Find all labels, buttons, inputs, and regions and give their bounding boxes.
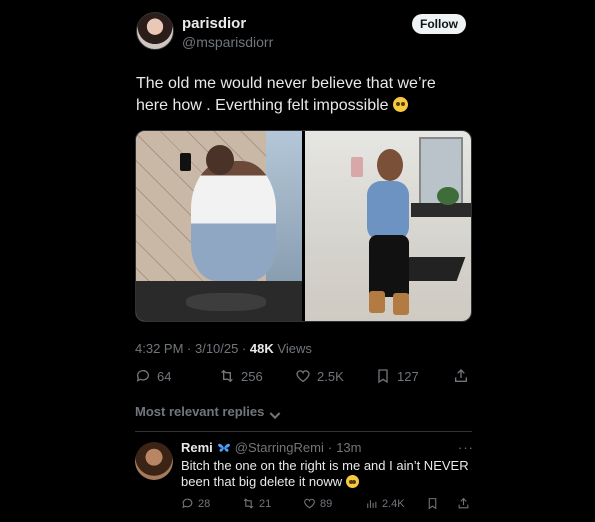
sink [186, 293, 266, 311]
reply-timestamp[interactable]: 13m [336, 440, 361, 455]
share-icon [453, 368, 469, 384]
tweet-text: The old me would never believe that we’r… [136, 73, 466, 117]
meta-separator: · [183, 341, 195, 356]
bookmark-button[interactable]: 127 [375, 368, 419, 384]
shelf [411, 203, 471, 217]
reply-button[interactable]: 64 [135, 368, 171, 384]
plant [437, 187, 459, 205]
share-button[interactable] [453, 368, 469, 384]
meta-separator: · [238, 341, 250, 356]
person-leggings [369, 235, 409, 297]
reply-body: Bitch the one on the right is me and I a… [181, 458, 469, 489]
phone [180, 153, 191, 171]
author-info[interactable]: parisdior @msparisdiorr [182, 15, 273, 51]
person-head [206, 145, 234, 175]
reply-text: Bitch the one on the right is me and I a… [181, 458, 476, 490]
reply-like-count: 89 [320, 497, 333, 510]
tweet-time[interactable]: 4:32 PM [135, 341, 183, 356]
reply-share-button[interactable] [457, 497, 470, 510]
replies-sort-dropdown[interactable]: Most relevant replies [135, 404, 281, 419]
boot-right [393, 293, 409, 315]
bookmark-icon [426, 497, 439, 510]
author-name[interactable]: parisdior [182, 15, 273, 33]
author-handle[interactable]: @msparisdiorr [182, 33, 273, 51]
reply-repost-count: 21 [259, 497, 272, 510]
replies-sort-label: Most relevant replies [135, 404, 265, 419]
chevron-down-icon [267, 407, 281, 419]
reply-header: Remi @StarringRemi · 13m [181, 440, 362, 455]
reply-icon [135, 368, 151, 384]
reply-bookmark-button[interactable] [426, 497, 439, 510]
reply-dot: · [327, 440, 333, 455]
tweet-date[interactable]: 3/10/25 [195, 341, 238, 356]
pleading-face-emoji-icon [393, 97, 409, 112]
tweet-meta: 4:32 PM · 3/10/25 · 48K Views [135, 341, 312, 356]
crying-laughing-emoji-icon [345, 475, 359, 488]
repost-count: 256 [241, 368, 263, 384]
person-head [377, 149, 403, 181]
share-icon [457, 497, 470, 510]
reply-reply-count: 28 [198, 497, 211, 510]
butterfly-icon [217, 442, 231, 454]
media-photo-before[interactable] [136, 131, 302, 321]
heart-icon [303, 497, 316, 510]
phone [351, 157, 363, 177]
reply-icon [181, 497, 194, 510]
repost-button[interactable]: 256 [219, 368, 263, 384]
divider [135, 431, 472, 432]
repost-icon [219, 368, 235, 384]
follow-button[interactable]: Follow [412, 14, 466, 34]
like-button[interactable]: 2.5K [295, 368, 344, 384]
floor-mat [400, 257, 466, 281]
author-avatar[interactable] [136, 12, 174, 50]
reply-author-handle[interactable]: @StarringRemi [235, 440, 324, 455]
like-count: 2.5K [317, 368, 344, 384]
repost-icon [242, 497, 255, 510]
tweet-detail: parisdior @msparisdiorr Follow The old m… [0, 0, 595, 522]
reply-avatar[interactable] [135, 442, 173, 480]
more-options-icon[interactable]: ··· [458, 440, 474, 455]
boot-left [369, 291, 385, 313]
tweet-body: The old me would never believe that we’r… [136, 75, 436, 114]
reply-views-button[interactable]: 2.4K [365, 497, 405, 510]
views-chart-icon [365, 497, 378, 510]
reply-like-button[interactable]: 89 [303, 497, 332, 510]
media-photo-after[interactable] [305, 131, 471, 321]
reply-count: 64 [157, 368, 172, 384]
heart-icon [295, 368, 311, 384]
bookmark-count: 127 [397, 368, 419, 384]
person-figure [191, 161, 276, 281]
tweet-media [135, 130, 472, 322]
reply-repost-button[interactable]: 21 [242, 497, 271, 510]
tweet-actions: 64 256 2.5K 127 [135, 368, 472, 388]
bookmark-icon [375, 368, 391, 384]
reply-views-count: 2.4K [382, 497, 405, 510]
person-denim-top [367, 181, 409, 241]
views-count: 48K [249, 341, 274, 356]
views-label: Views [273, 341, 312, 356]
reply-reply-button[interactable]: 28 [181, 497, 210, 510]
reply-actions: 28 21 89 2.4K [181, 497, 471, 513]
reply-author-name[interactable]: Remi [181, 440, 213, 455]
